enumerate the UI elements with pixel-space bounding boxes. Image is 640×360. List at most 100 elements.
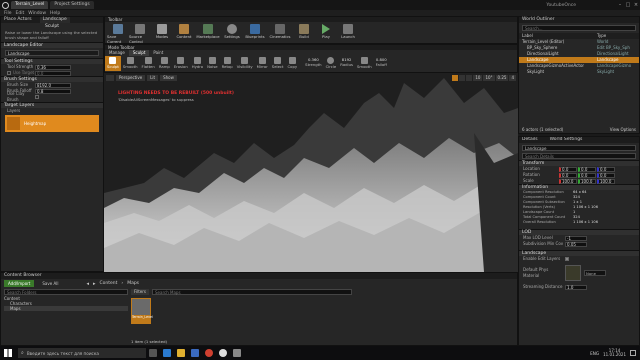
retop-tool[interactable]: Retop [220,56,235,71]
tab-world-settings[interactable]: World Settings [550,137,583,143]
brush-falloff-input[interactable]: 0.8 [35,88,71,94]
scale-x[interactable]: 100.0 [559,178,577,184]
circle-brush[interactable]: Circle [324,56,339,71]
clay-brush-checkbox[interactable] [35,95,39,99]
rotation-y[interactable]: 0.0 [578,172,596,178]
translate-icon[interactable] [452,75,459,81]
max-lod-input[interactable]: -1 [565,235,587,241]
app-icon[interactable] [233,349,241,357]
use-target-checkbox[interactable] [7,71,11,75]
nav-forward-icon[interactable]: ▸ [93,281,96,287]
scale-z[interactable]: 100.0 [597,178,615,184]
menu-help[interactable]: Help [50,11,60,16]
location-z[interactable]: 0.0 [597,166,615,172]
filters-button[interactable]: Filters [131,289,149,295]
language-indicator[interactable]: ENG [590,351,599,356]
modes-button[interactable]: Modes [151,22,173,44]
radius-control[interactable]: 8192 Radius [338,56,355,71]
content-button[interactable]: Content [173,22,195,44]
select-tool[interactable]: Select [270,56,286,71]
scale-icon[interactable] [466,75,473,81]
marketplace-button[interactable]: Marketplace [195,22,221,44]
tab-details[interactable]: Details [522,137,538,143]
rotation-snap-value[interactable]: 10° [483,75,495,81]
edge-icon[interactable] [163,349,171,357]
task-view-icon[interactable] [149,349,157,357]
hydro-tool[interactable]: Hydro [190,56,205,71]
heightmap-layer[interactable]: Heightmap [5,115,99,132]
perspective-button[interactable]: Perspective [116,75,146,81]
build-button[interactable]: Build [293,22,315,44]
streaming-input[interactable]: 1.0 [565,284,587,290]
chrome-icon[interactable] [205,349,213,357]
rotation-x[interactable]: 0.0 [559,172,577,178]
blueprints-button[interactable]: Blueprints [243,22,267,44]
camera-speed-value[interactable]: 4 [509,75,516,81]
scale-y[interactable]: 100.0 [578,178,596,184]
subsection-input[interactable]: 0.05 [565,241,587,247]
outliner-row[interactable]: SkyLight SkyLight [519,69,639,75]
source-control-button[interactable]: Source Control [129,22,151,44]
landscape-select[interactable]: Landscape [5,50,99,56]
taskbar-search[interactable]: ⌕ Введите здесь текст для поиска [18,348,146,358]
brush-size-input[interactable]: 8192.0 [35,82,71,88]
lit-button[interactable]: Lit [147,75,159,81]
asset-tile[interactable]: Terrain_Level [131,298,153,324]
tab-project-settings[interactable]: Project Settings [50,1,94,9]
view-options-button[interactable]: View Options [610,127,636,132]
explorer-icon[interactable] [177,349,185,357]
strength-control[interactable]: 0.360 Strength [303,56,323,71]
outliner-search[interactable]: Search... [522,25,636,31]
tab-landscape[interactable]: Landscape [39,17,70,23]
launch-button[interactable]: Launch [337,22,359,44]
tab-place-actors[interactable]: Place Actors [4,17,32,23]
maximize-button[interactable]: □ [624,2,632,8]
minimize-button[interactable]: – [616,2,624,8]
mirror-tool[interactable]: Mirror [255,56,270,71]
store-icon[interactable] [191,349,199,357]
windows-start-icon[interactable] [4,349,12,357]
grid-snap-value[interactable]: 10 [473,75,483,81]
tool-strength-input[interactable]: 0.36 [35,64,71,70]
details-search[interactable]: Search Details [522,153,636,159]
rotation-z[interactable]: 0.0 [597,172,615,178]
noise-tool[interactable]: Noise [205,56,220,71]
notification-icon[interactable] [630,350,636,356]
close-button[interactable]: × [632,2,640,8]
path-content[interactable]: Content [99,281,117,286]
play-button[interactable]: Play [315,22,337,44]
menu-file[interactable]: File [4,11,12,16]
phys-material-select[interactable]: None [584,270,606,276]
use-target-input[interactable]: 0.0 [35,70,71,76]
cinematics-button[interactable]: Cinematics [267,22,293,44]
sculpt-tool[interactable]: Sculpt [105,56,121,71]
location-y[interactable]: 0.0 [578,166,596,172]
visibility-tool[interactable]: Visibility [235,56,255,71]
nav-back-icon[interactable]: ◂ [86,281,89,287]
erosion-tool[interactable]: Erosion [172,56,190,71]
settings-button[interactable]: Settings [221,22,243,44]
viewport[interactable]: Perspective Lit Show 10 10° 0.25 4 LIGHT… [104,73,518,272]
unreal-taskbar-icon[interactable] [219,349,227,357]
scale-snap-value[interactable]: 0.25 [495,75,509,81]
search-maps[interactable]: Search Maps [152,289,352,295]
search-folders[interactable]: Search Folders [4,289,128,295]
path-maps[interactable]: Maps [127,281,139,286]
actor-name-field[interactable]: Landscape [522,145,636,151]
smooth-tool[interactable]: Smooth [121,56,140,71]
viewport-options-button[interactable] [106,75,114,81]
tab-terrain-level[interactable]: Terrain_Level [11,1,49,9]
edit-layers-checkbox[interactable] [565,257,569,261]
show-button[interactable]: Show [160,75,177,81]
menu-edit[interactable]: Edit [16,11,25,16]
smooth-falloff[interactable]: Smooth [355,56,374,71]
add-import-button[interactable]: Add/Import [4,280,35,287]
falloff-control[interactable]: 0.800 Falloff [374,56,389,71]
clock[interactable]: 17:14 11.01.2021 [603,348,626,358]
save-all-button[interactable]: Save All [38,280,62,287]
rotate-icon[interactable] [459,75,466,81]
save-current-button[interactable]: Save Current [107,22,129,44]
menu-window[interactable]: Window [28,11,46,16]
tree-item-maps[interactable]: Maps [4,306,128,311]
ramp-tool[interactable]: Ramp [157,56,172,71]
